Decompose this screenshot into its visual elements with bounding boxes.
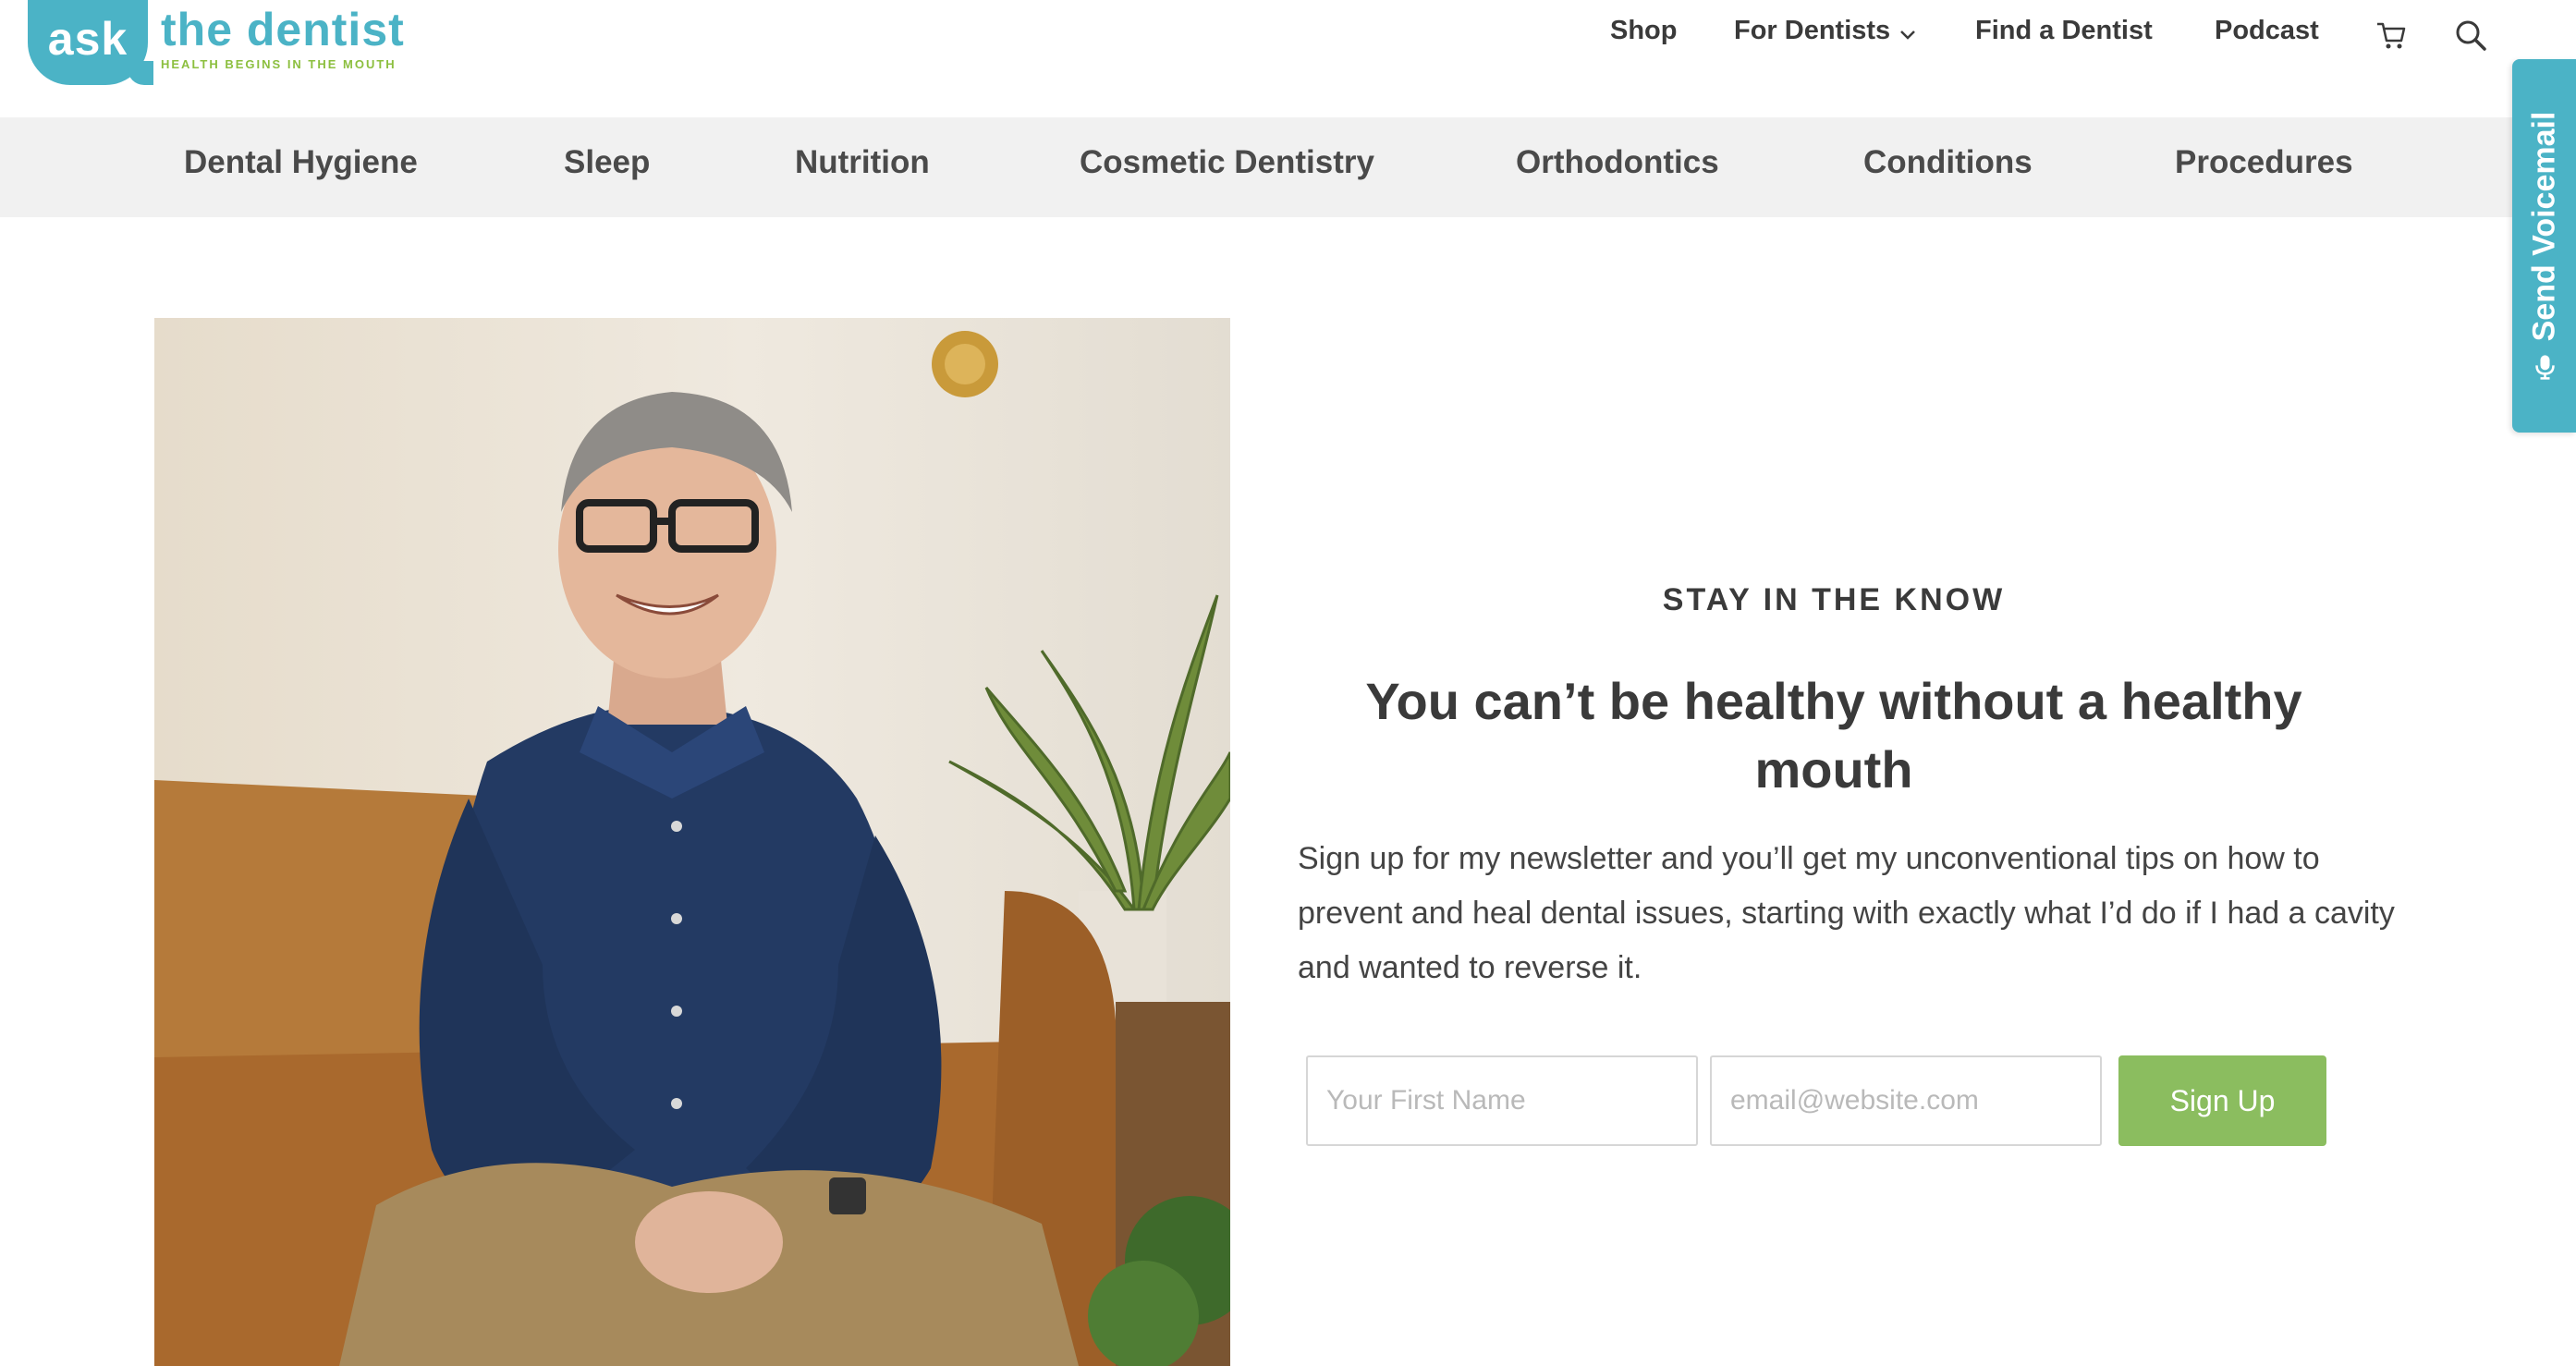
logo-ask-text: ask [47,13,128,65]
nav-for-dentists-label: For Dentists [1734,16,1891,45]
logo-speech-bubble: ask [28,0,153,85]
category-sleep[interactable]: Sleep [564,144,650,181]
send-voicemail-content: Send Voicemail [2526,112,2562,381]
category-nutrition[interactable]: Nutrition [795,144,930,181]
newsletter-eyebrow: STAY IN THE KNOW [1662,582,2006,617]
search-icon[interactable] [2454,18,2489,54]
logo-tagline: HEALTH BEGINS IN THE MOUTH [161,57,397,71]
logo-wordmark: the dentist HEALTH BEGINS IN THE MOUTH [161,4,405,71]
site-logo[interactable]: ask the dentist HEALTH BEGINS IN THE MOU… [28,0,405,92]
logo-name: the dentist [161,4,405,55]
email-input[interactable] [1710,1055,2102,1146]
newsletter-heading: You can’t be healthy without a healthy m… [1365,672,2302,799]
category-orthodontics[interactable]: Orthodontics [1516,144,1719,181]
nav-find-a-dentist[interactable]: Find a Dentist [1975,16,2153,46]
category-cosmetic-dentistry[interactable]: Cosmetic Dentistry [1080,144,1374,181]
send-voicemail-tab[interactable]: Send Voicemail [2512,59,2576,433]
dentist-portrait-photo [154,318,1230,1366]
category-procedures[interactable]: Procedures [2175,144,2353,181]
nav-shop[interactable]: Shop [1610,16,1678,46]
sign-up-button[interactable]: Sign Up [2118,1055,2326,1146]
nav-for-dentists[interactable]: For Dentists [1734,16,1916,47]
newsletter-description: Sign up for my newsletter and you’ll get… [1298,841,2395,985]
cart-icon[interactable] [2375,18,2410,54]
portrait-illustration [154,318,1230,1366]
page: ask the dentist HEALTH BEGINS IN THE MOU… [0,0,2576,1366]
nav-podcast[interactable]: Podcast [2215,16,2319,46]
chevron-down-icon [1899,17,1916,47]
first-name-input[interactable] [1306,1055,1698,1146]
microphone-icon [2534,355,2554,380]
send-voicemail-label: Send Voicemail [2526,111,2561,342]
category-dental-hygiene[interactable]: Dental Hygiene [184,144,418,181]
category-conditions[interactable]: Conditions [1863,144,2033,181]
category-nav: Dental Hygiene Sleep Nutrition Cosmetic … [0,117,2576,217]
site-header: ask the dentist HEALTH BEGINS IN THE MOU… [0,0,2576,117]
